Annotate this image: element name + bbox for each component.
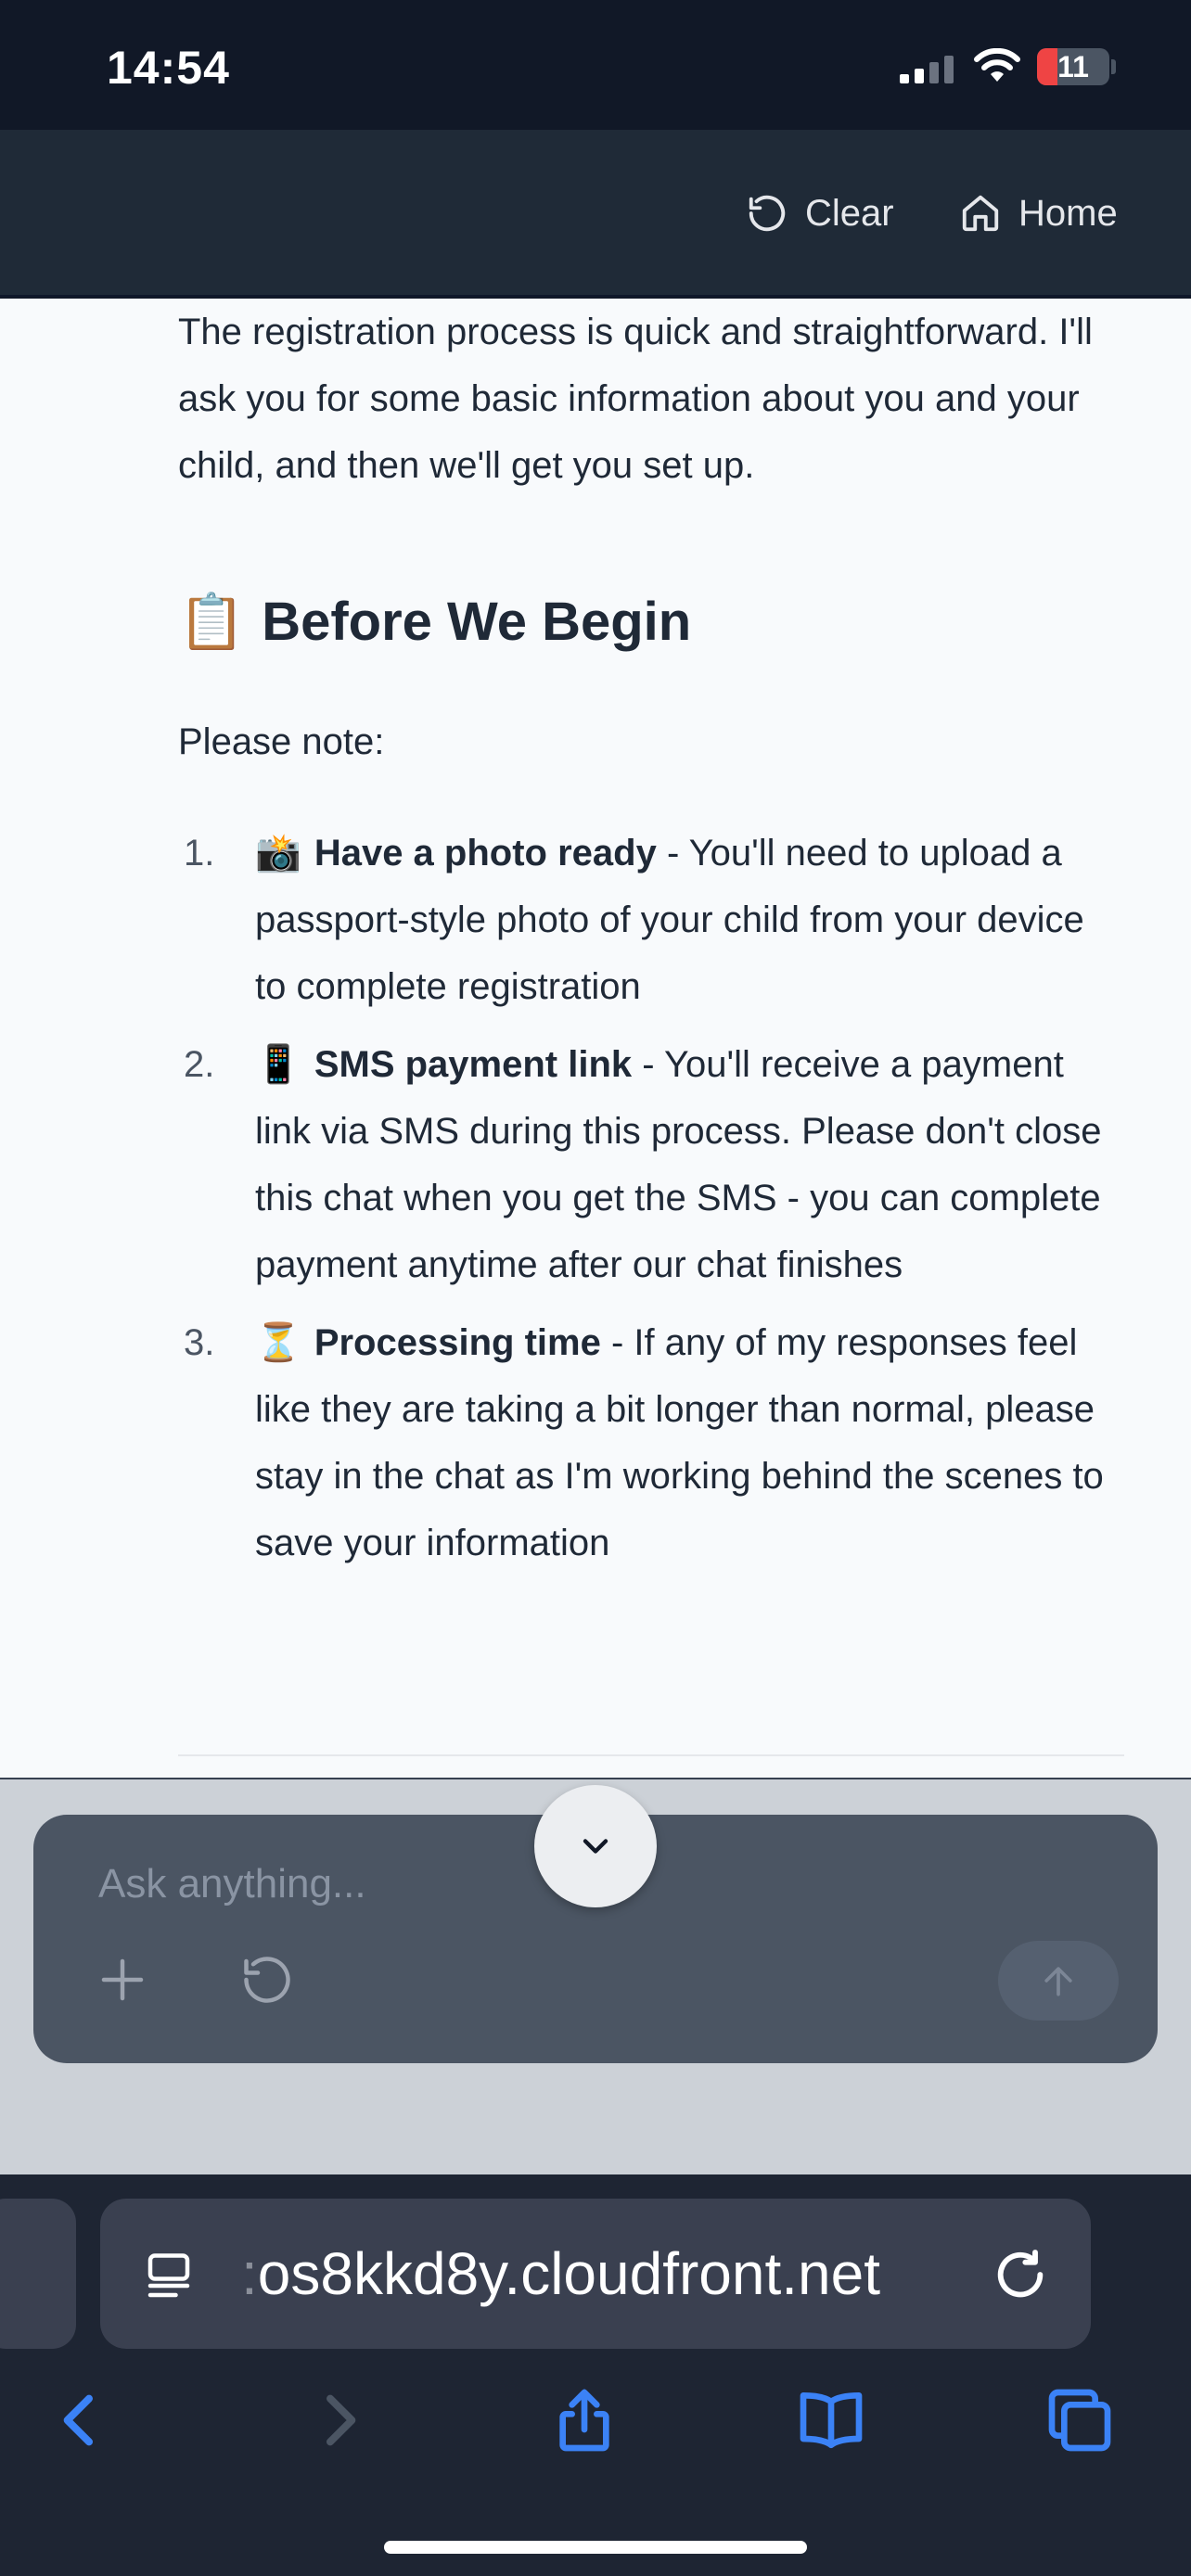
note-text: Please note: bbox=[178, 721, 385, 762]
list-number: 3. bbox=[184, 1322, 215, 1363]
item-title: Processing time bbox=[314, 1322, 601, 1363]
chevron-right-icon[interactable] bbox=[302, 2383, 377, 2457]
list-item: 2. 📱 SMS payment link - You'll receive a … bbox=[178, 1031, 1124, 1298]
section-title: Before We Begin bbox=[262, 591, 692, 652]
url-text[interactable]: :os8kkd8y.cloudfront.net bbox=[241, 2239, 880, 2308]
list-item: 1. 📸 Have a photo ready - You'll need to … bbox=[178, 820, 1124, 1020]
list-number: 1. bbox=[184, 833, 215, 874]
wifi-icon bbox=[974, 48, 1020, 82]
reload-icon[interactable] bbox=[991, 2245, 1050, 2304]
clear-label: Clear bbox=[805, 192, 894, 234]
scroll-down-button[interactable] bbox=[534, 1785, 657, 1907]
divider bbox=[178, 1754, 1124, 1756]
chevron-down-icon bbox=[583, 1839, 608, 1854]
status-time: 14:54 bbox=[107, 42, 230, 94]
home-label: Home bbox=[1018, 192, 1118, 234]
book-icon[interactable] bbox=[794, 2383, 868, 2457]
url-domain: os8kkd8y.cloudfront.net bbox=[257, 2240, 880, 2307]
chevron-left-icon[interactable] bbox=[43, 2383, 117, 2457]
chat-content[interactable]: The registration process is quick and st… bbox=[0, 299, 1191, 1778]
battery-percentage: 11 bbox=[1057, 50, 1089, 83]
previous-tab-preview[interactable] bbox=[0, 2199, 76, 2349]
item-title: SMS payment link bbox=[314, 1044, 633, 1085]
rotate-ccw-icon bbox=[749, 195, 786, 232]
app-header: Clear Home bbox=[0, 130, 1191, 297]
home-button[interactable]: Home bbox=[959, 185, 1118, 241]
battery-icon: 11 bbox=[1037, 48, 1109, 85]
browser-toolbar: :os8kkd8y.cloudfront.net bbox=[0, 2174, 1191, 2576]
share-icon[interactable] bbox=[547, 2383, 621, 2457]
plus-icon[interactable] bbox=[95, 1952, 150, 2008]
camera-flash-icon: 📸 bbox=[255, 832, 301, 874]
tabs-icon[interactable] bbox=[1043, 2383, 1117, 2457]
reader-mode-icon[interactable] bbox=[141, 2249, 197, 2304]
home-indicator[interactable] bbox=[384, 2541, 807, 2554]
arrow-up-icon bbox=[1044, 1967, 1072, 1996]
address-bar[interactable]: :os8kkd8y.cloudfront.net bbox=[100, 2199, 1091, 2349]
list-number: 2. bbox=[184, 1044, 215, 1085]
notes-list: 1. 📸 Have a photo ready - You'll need to … bbox=[178, 820, 1124, 1576]
send-button[interactable] bbox=[998, 1941, 1119, 2021]
status-bar: 14:54 11 bbox=[0, 0, 1191, 130]
clipboard-icon: 📋 bbox=[178, 589, 246, 653]
item-title: Have a photo ready bbox=[314, 833, 657, 874]
clear-button[interactable]: Clear bbox=[746, 185, 894, 241]
hourglass-icon: ⏳ bbox=[255, 1321, 301, 1364]
list-item: 3. ⏳ Processing time - If any of my respo… bbox=[178, 1309, 1124, 1576]
home-icon bbox=[962, 195, 999, 232]
cellular-signal-icon bbox=[900, 56, 954, 83]
reset-icon[interactable] bbox=[239, 1952, 295, 2008]
assistant-message: The registration process is quick and st… bbox=[178, 299, 1124, 1588]
section-heading: 📋 Before We Begin bbox=[178, 588, 1124, 655]
chat-input[interactable] bbox=[98, 1852, 933, 1917]
url-prefix: : bbox=[241, 2240, 258, 2307]
mobile-phone-icon: 📱 bbox=[255, 1043, 301, 1086]
intro-paragraph: The registration process is quick and st… bbox=[178, 312, 1093, 486]
battery-nub bbox=[1111, 59, 1116, 74]
